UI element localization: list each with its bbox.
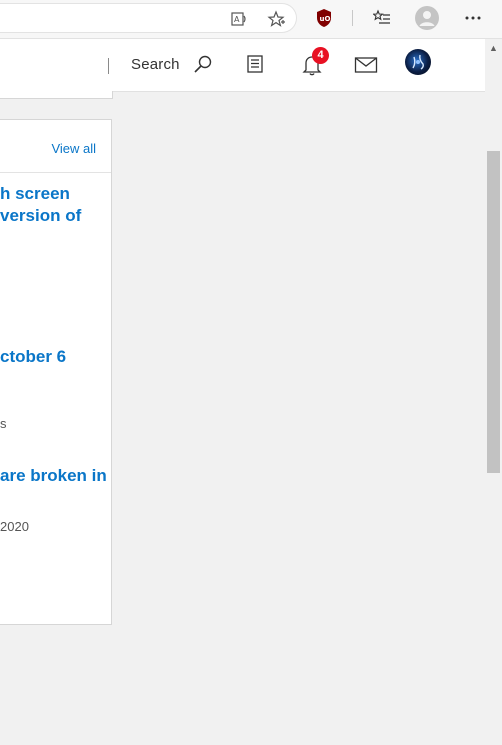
page-scrollbar[interactable]: ▲ [485,39,502,745]
item-title[interactable]: ctober 6 [0,346,66,368]
recent-items-card: View all h screen version of ctober 6 s … [0,119,112,625]
notification-badge: 4 [312,47,329,64]
svg-text:A: A [234,15,240,24]
search-icon[interactable] [193,54,213,74]
ublock-origin-icon[interactable]: uO [314,8,334,28]
header-separator [108,58,109,74]
scroll-up-arrow-icon[interactable]: ▲ [489,43,498,53]
item-title[interactable]: h screen [0,183,70,205]
read-aloud-icon[interactable]: A [229,9,249,29]
search-label[interactable]: Search [131,56,180,73]
favorite-star-icon[interactable] [266,9,286,29]
previous-card-bottom [0,91,113,99]
browser-toolbar: A uO [0,0,502,39]
svg-text:uO: uO [320,15,331,23]
site-header: Search 4 [0,39,485,92]
toolbar-divider [352,10,353,26]
profile-icon[interactable] [414,5,440,31]
mail-icon[interactable] [354,55,378,75]
scroll-thumb[interactable] [487,151,500,473]
view-all-link[interactable]: View all [51,141,96,156]
item-meta: s [0,416,7,431]
item-title[interactable]: are broken in [0,465,107,487]
more-options-icon[interactable] [463,8,483,28]
tasks-icon[interactable] [245,54,265,74]
card-header: View all [0,120,111,173]
favorites-list-icon[interactable] [372,8,392,28]
address-bar[interactable]: A [0,3,297,33]
user-avatar[interactable] [405,49,431,75]
item-title[interactable]: version of [0,205,81,227]
item-meta: 2020 [0,519,29,534]
